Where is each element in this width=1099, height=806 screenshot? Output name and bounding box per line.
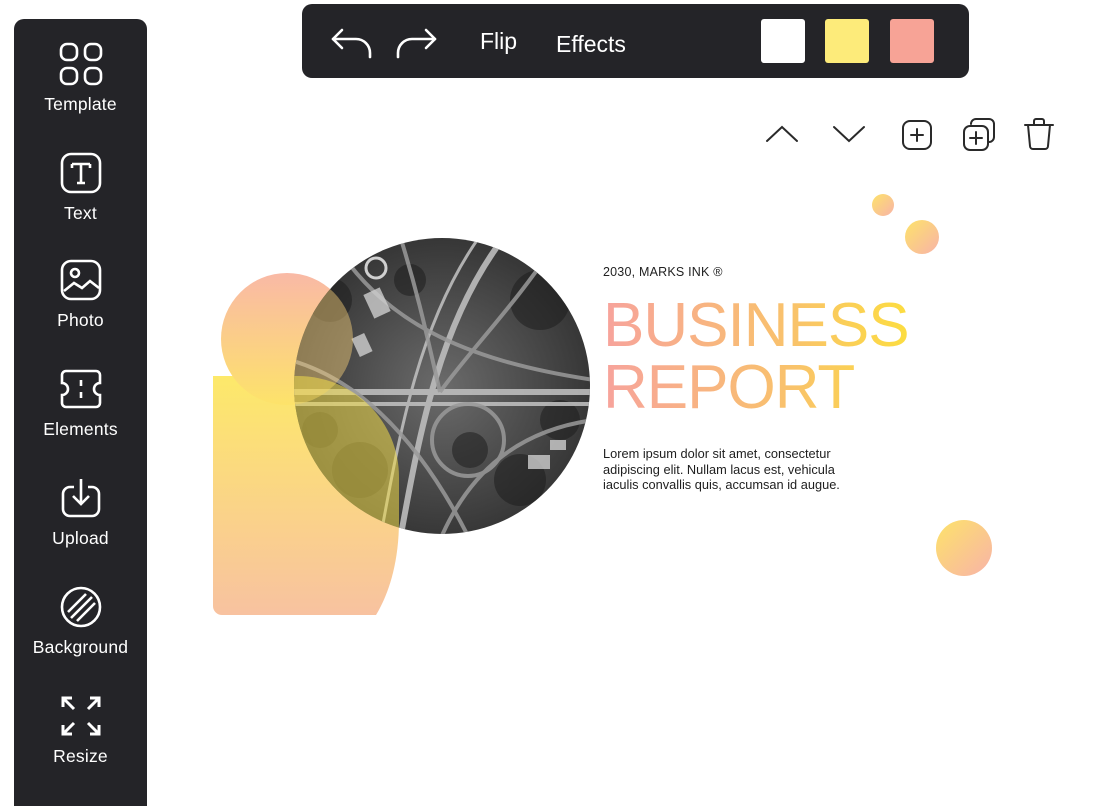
design-meta-text[interactable]: 2030, MARKS INK ® <box>603 265 723 279</box>
headline-line-2: REPORT <box>603 353 855 422</box>
design-canvas[interactable]: 2030, MARKS INK ® BUSINESS REPORT Lorem … <box>0 0 1099 806</box>
design-artwork <box>213 194 992 615</box>
design-headline[interactable]: BUSINESS REPORT <box>603 295 923 419</box>
headline-line-1: BUSINESS <box>603 291 909 360</box>
design-body-text[interactable]: Lorem ipsum dolor sit amet, consectetur … <box>603 446 853 493</box>
